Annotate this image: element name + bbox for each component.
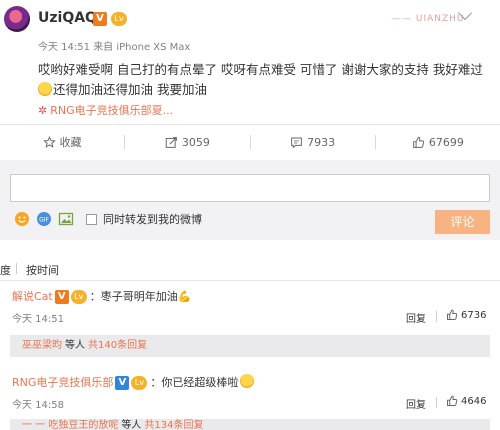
- poster-badges: V Lv: [93, 11, 127, 26]
- level-badge: Lv: [131, 376, 148, 390]
- smiley-emoji-icon[interactable]: [14, 211, 30, 227]
- comment-time: 今天 14:51: [12, 314, 64, 325]
- composer-tools: GIF 同时转发到我的微博: [14, 211, 202, 227]
- comment-action-separator: [436, 311, 437, 322]
- sub-reply-username[interactable]: 一 一 吃独豆王的放呢: [22, 420, 118, 430]
- action-bar: 收藏 3059 7933 67699: [0, 125, 500, 159]
- comment-username[interactable]: RNG电子竞技俱乐部: [12, 376, 113, 389]
- post-tag-label: RNG电子竞技俱乐部夏...: [50, 104, 174, 117]
- sub-replies-summary[interactable]: 一 一 吃独豆王的放呢 等人 共134条回复: [10, 419, 490, 430]
- comment-like-button[interactable]: 6736: [446, 309, 486, 321]
- sub-reply-count[interactable]: 共140条回复: [88, 340, 147, 351]
- reply-button[interactable]: 回复: [406, 310, 426, 325]
- collect-label: 收藏: [59, 136, 82, 149]
- level-badge: Lv: [70, 290, 87, 304]
- flower-icon: ✲: [38, 104, 48, 117]
- poster-avatar[interactable]: [4, 6, 30, 32]
- weibo-post: UziQAQ V Lv —— UIANZHU 今天 14:51 来自 iPhone…: [0, 0, 500, 124]
- submit-comment-button[interactable]: 评论: [435, 210, 490, 234]
- verified-badge: V: [93, 11, 107, 26]
- comment-username[interactable]: 解说Cat: [12, 290, 53, 303]
- svg-text:GIF: GIF: [39, 217, 49, 224]
- sub-replies-summary[interactable]: 巫巫梁昀 等人 共140条回复: [10, 335, 490, 357]
- post-tag[interactable]: ✲ RNG电子竞技俱乐部夏...: [38, 102, 173, 118]
- repost-checkbox-label: 同时转发到我的微博: [103, 213, 202, 226]
- sort-separator: [16, 263, 17, 274]
- thumbs-up-icon: [447, 309, 458, 320]
- reply-button[interactable]: 回复: [406, 396, 426, 411]
- comment-text: ：你已经超级棒啦: [150, 376, 239, 389]
- heart-eyes-emoji-icon: [240, 374, 255, 388]
- comment-button[interactable]: 7933: [251, 125, 375, 159]
- thumbs-up-icon: [447, 395, 458, 406]
- comment-header: 解说Cat V Lv ：枣子哥明年加油💪: [12, 288, 191, 304]
- comment-like-button[interactable]: 4646: [446, 395, 486, 407]
- sort-hot-tab[interactable]: 度: [0, 262, 11, 278]
- thumbs-up-icon: [413, 136, 425, 148]
- post-meta: 今天 14:51 来自 iPhone XS Max: [38, 38, 190, 53]
- sub-reply-count[interactable]: 共134条回复: [144, 420, 203, 430]
- comment-action-separator: [436, 397, 437, 408]
- collect-button[interactable]: 收藏: [0, 125, 124, 159]
- sub-reply-label: 等人: [65, 340, 85, 351]
- watermark: —— UIANZHU: [392, 14, 465, 24]
- sub-reply-label: 等人: [121, 420, 142, 430]
- verified-badge: V: [115, 376, 130, 390]
- sort-by-time-tab[interactable]: 按时间: [26, 262, 86, 278]
- gif-icon[interactable]: GIF: [36, 211, 52, 227]
- post-text: 哎哟好难受啊 自己打的有点晕了 哎呀有点难受 可惜了 谢谢大家的支持 我好难过 …: [38, 60, 493, 100]
- crying-emoji-icon: [38, 82, 52, 96]
- post-time[interactable]: 今天 14:51: [38, 42, 90, 53]
- divider: [0, 280, 500, 281]
- level-badge: Lv: [111, 11, 127, 26]
- image-icon[interactable]: [58, 211, 74, 227]
- post-text-line2-wrap: 还得加油还得加油 我要加油: [38, 80, 493, 100]
- repost-icon: [165, 136, 177, 148]
- like-button[interactable]: 67699: [376, 125, 500, 159]
- comment-count: 7933: [307, 135, 336, 149]
- star-icon: [42, 135, 56, 148]
- comment-icon: [291, 137, 302, 148]
- comment-header: RNG电子竞技俱乐部 V Lv ：你已经超级棒啦: [12, 374, 255, 390]
- repost-count: 3059: [181, 135, 210, 149]
- comment-time: 今天 14:58: [12, 400, 64, 411]
- verified-badge: V: [54, 290, 69, 304]
- repost-checkbox[interactable]: [86, 213, 97, 225]
- poster-username[interactable]: UziQAQ: [38, 10, 97, 26]
- post-source: 来自 iPhone XS Max: [93, 42, 191, 53]
- comment-like-count: 6736: [461, 309, 487, 321]
- sub-reply-username[interactable]: 巫巫梁昀: [22, 340, 62, 351]
- post-text-line1: 哎哟好难受啊 自己打的有点晕了 哎呀有点难受 可惜了 谢谢大家的支持 我好难过: [38, 62, 483, 77]
- repost-button[interactable]: 3059: [125, 125, 249, 159]
- comment-input[interactable]: [10, 174, 490, 202]
- like-count: 67699: [428, 135, 464, 149]
- comment-like-count: 4646: [461, 395, 487, 407]
- comment-text: ：枣子哥明年加油💪: [89, 290, 192, 303]
- post-text-line2: 还得加油还得加油 我要加油: [53, 82, 207, 97]
